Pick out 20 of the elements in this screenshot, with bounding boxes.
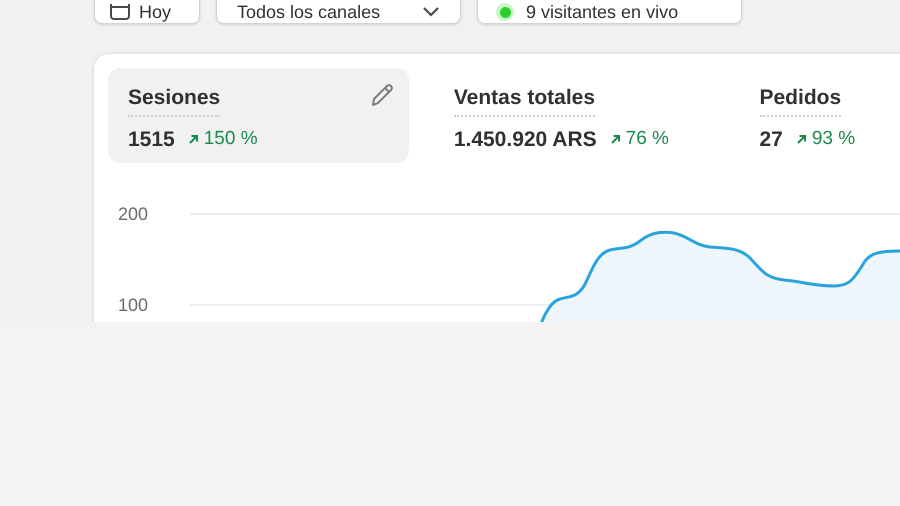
metric-change: 150 % bbox=[204, 127, 258, 151]
metric-value: 1515 bbox=[128, 126, 175, 152]
metric-value: 1.450.920 ARS bbox=[454, 126, 597, 152]
date-button[interactable]: Hoy bbox=[94, 0, 200, 24]
metric-change: 93 % bbox=[812, 127, 856, 151]
metric-tile[interactable]: Sesiones 1515 150 % bbox=[108, 68, 409, 163]
arrow-up-right-icon bbox=[188, 134, 199, 145]
metric-label: Sesiones bbox=[128, 82, 220, 116]
chevron-down-icon bbox=[422, 6, 440, 18]
arrow-up-right-icon bbox=[796, 134, 807, 145]
arrow-up-right-icon bbox=[610, 134, 621, 145]
axis-label: 200 bbox=[118, 204, 148, 224]
channel-dropdown[interactable]: Todos los canales bbox=[216, 0, 461, 24]
metric-label: Ventas totales bbox=[454, 82, 596, 116]
metric-value: 27 bbox=[760, 126, 783, 152]
calendar-icon bbox=[109, 4, 131, 20]
metric-change: 76 % bbox=[626, 127, 669, 151]
live-visitors-button[interactable]: 9 visitantes en vivo bbox=[477, 0, 742, 24]
metric-label: Pedidos bbox=[760, 82, 842, 116]
axis-label: 100 bbox=[118, 295, 148, 315]
